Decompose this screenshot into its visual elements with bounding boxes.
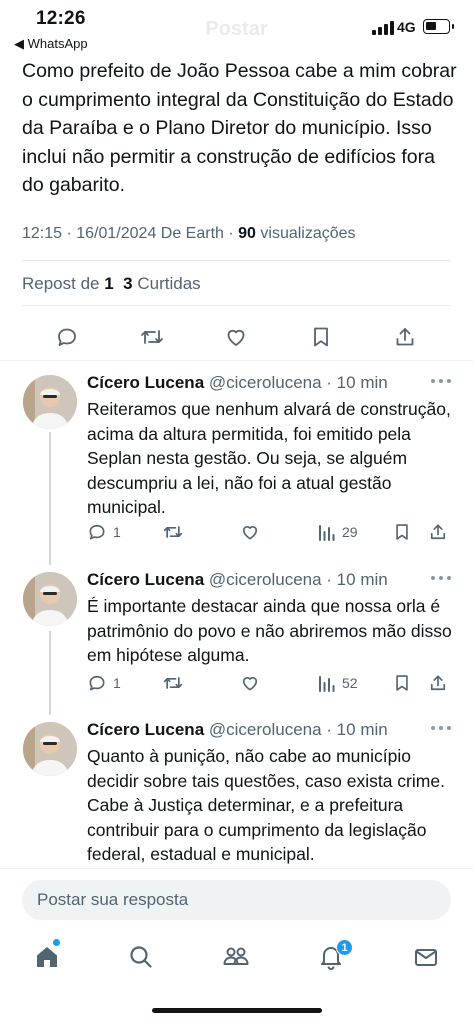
signal-icon (372, 21, 394, 35)
author-handle: @cicerolucena · 10 min (204, 570, 388, 589)
search-icon (130, 946, 152, 968)
views-label: visualizações (255, 225, 356, 242)
home-icon (37, 947, 57, 967)
reply-composer[interactable]: Postar sua resposta (22, 880, 451, 920)
tab-home[interactable] (30, 940, 64, 974)
avatar[interactable] (23, 375, 77, 429)
reply-button[interactable] (50, 320, 84, 354)
thread-line (49, 432, 51, 565)
bookmark-icon (314, 327, 328, 347)
divider (22, 260, 451, 261)
like-button[interactable] (240, 671, 260, 695)
reply-icon (58, 328, 76, 346)
reply-button[interactable]: 1 (87, 520, 121, 544)
share-button[interactable] (428, 520, 448, 544)
communities-icon (223, 947, 249, 965)
bookmark-button[interactable] (393, 520, 411, 544)
likes-label: Curtidas (132, 274, 201, 293)
composer-placeholder: Postar sua resposta (37, 890, 189, 909)
divider (0, 360, 473, 361)
battery-icon (423, 19, 454, 34)
repost-button[interactable] (162, 520, 184, 544)
repost-button[interactable] (162, 671, 184, 695)
home-indicator[interactable] (152, 1008, 322, 1013)
analytics-icon (319, 525, 335, 541)
views-button[interactable]: 29 (318, 520, 358, 544)
share-button[interactable] (428, 671, 448, 695)
reply-count: 1 (113, 524, 121, 540)
reposts-label: Repost de (22, 274, 105, 293)
like-button[interactable] (219, 320, 253, 354)
share-button[interactable] (388, 320, 422, 354)
author-name[interactable]: Cícero Lucena (87, 373, 204, 392)
likes-count: 3 (123, 274, 133, 293)
avatar[interactable] (23, 722, 77, 776)
repost-icon (163, 677, 183, 689)
share-icon (396, 328, 414, 346)
home-new-indicator (53, 939, 60, 946)
reply-text: Quanto à punição, não cabe ao município … (87, 746, 445, 864)
notifications-badge: 1 (336, 939, 353, 956)
messages-icon (415, 949, 437, 966)
post-meta: 12:15 · 16/01/2024 De Earth · 90 visuali… (22, 225, 356, 243)
reply-header: Cícero Lucena @cicerolucena · 10 min (87, 373, 388, 393)
post-actions (0, 320, 473, 354)
repost-icon (163, 526, 183, 538)
post-timestamp: 12:15 · 16/01/2024 De Earth · (22, 225, 239, 242)
more-options-icon[interactable] (431, 379, 451, 385)
author-handle: @cicerolucena · 10 min (204, 373, 388, 392)
tab-communities[interactable] (219, 940, 253, 974)
reply-text: Reiteramos que nenhum alvará de construç… (87, 399, 451, 517)
like-button[interactable] (240, 520, 260, 544)
reply-icon (89, 524, 105, 540)
views-button[interactable]: 52 (318, 671, 358, 695)
main-post-text: Como prefeito de João Pessoa cabe a mim … (22, 60, 457, 196)
back-to-app-link[interactable]: ◀ WhatsApp (14, 36, 88, 52)
tab-search[interactable] (124, 940, 158, 974)
thread-line (49, 631, 51, 715)
network-type: 4G (397, 19, 416, 35)
views-count: 52 (342, 675, 358, 691)
author-name[interactable]: Cícero Lucena (87, 720, 204, 739)
reply-text: É importante destacar ainda que nossa or… (87, 596, 452, 665)
views-count: 90 (238, 225, 256, 242)
heart-icon (242, 677, 258, 691)
repost-icon (141, 330, 163, 344)
status-bar: 12:26 Postar ◀ WhatsApp 4G (0, 0, 473, 56)
more-options-icon[interactable] (431, 726, 451, 732)
bookmark-icon (396, 675, 408, 691)
tab-messages[interactable] (409, 940, 443, 974)
bookmark-button[interactable] (393, 671, 411, 695)
repost-button[interactable] (135, 320, 169, 354)
divider (0, 868, 473, 869)
analytics-icon (319, 676, 335, 692)
divider (22, 305, 451, 306)
heart-icon (227, 329, 245, 346)
reposts-link[interactable]: Repost de 1 (22, 274, 114, 293)
reply-button[interactable]: 1 (87, 671, 121, 695)
bookmark-button[interactable] (304, 320, 338, 354)
author-handle: @cicerolucena · 10 min (204, 720, 388, 739)
author-name[interactable]: Cícero Lucena (87, 570, 204, 589)
post-stats: Repost de 1 3 Curtidas (22, 274, 201, 294)
reply-icon (89, 675, 105, 691)
share-icon (430, 675, 446, 691)
views-count: 29 (342, 524, 358, 540)
heart-icon (242, 526, 258, 540)
reply-count: 1 (113, 675, 121, 691)
reply-header: Cícero Lucena @cicerolucena · 10 min (87, 570, 388, 590)
share-icon (430, 524, 446, 540)
reposts-count: 1 (104, 274, 114, 293)
likes-link[interactable]: 3 Curtidas (123, 274, 201, 293)
more-options-icon[interactable] (431, 576, 451, 582)
avatar[interactable] (23, 572, 77, 626)
reply-header: Cícero Lucena @cicerolucena · 10 min (87, 720, 388, 740)
bookmark-icon (396, 524, 408, 540)
